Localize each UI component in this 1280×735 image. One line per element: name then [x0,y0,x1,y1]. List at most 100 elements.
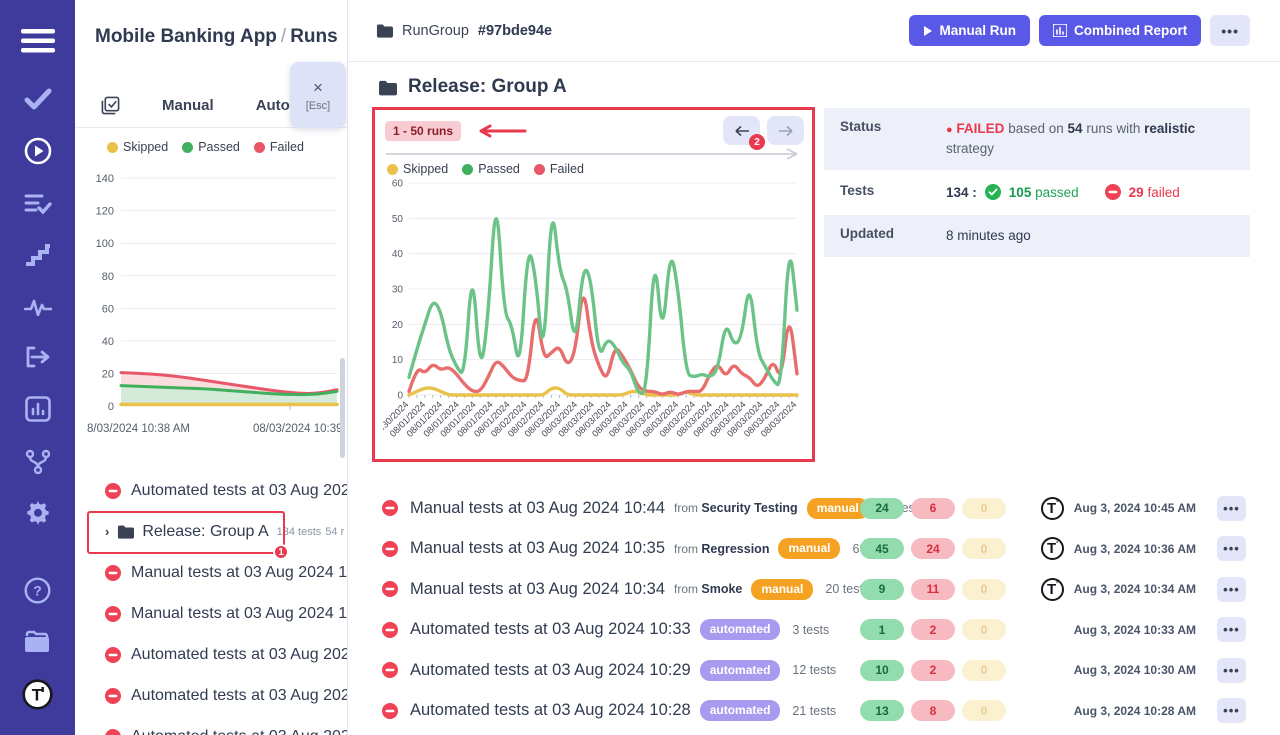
run-row[interactable]: Manual tests at 03 Aug 2024 10:44from Se… [348,488,1280,529]
analytics-icon[interactable] [0,396,75,422]
y-tick-label: 50 [392,214,404,225]
row-menu-button[interactable]: ••• [1217,577,1246,602]
help-icon[interactable]: ? [0,577,75,604]
run-tests-count: 3 tests [792,623,829,637]
legend-label: Passed [478,162,520,176]
run-date: Aug 3, 2024 10:33 AM [1074,623,1196,637]
esc-tooltip[interactable]: × [Esc] [290,62,346,128]
run-list-item[interactable]: Automated tests at 03 Aug 2024 10 [75,470,348,511]
status-value: ● FAILED based on 54 runs with realistic… [946,108,1250,170]
legend-item-passed: Passed [182,140,240,154]
breadcrumb-page: Runs [290,26,338,47]
row-menu-button[interactable]: ••• [1217,496,1246,521]
y-tick-label: 140 [96,173,114,185]
run-date: Aug 3, 2024 10:30 AM [1074,663,1196,677]
settings-icon[interactable] [0,500,75,528]
minus-circle-icon [105,565,121,581]
status-label: Status [824,108,946,170]
run-type-badge: automated [700,660,781,681]
runs-history-chart-card: 1 - 50 runs 2 SkippedPassedFailed 010203… [372,107,815,462]
testomat-logo-icon[interactable]: T [0,679,75,710]
annotation-badge-1: 1 [273,544,289,560]
project-trend-chart: 0204060801001201408/03/2024 10:38 AM08/0… [85,154,341,454]
pulse-icon[interactable] [0,298,75,316]
chart-next-button[interactable] [767,116,804,145]
minus-circle-icon [1105,184,1121,200]
status-panel: Status ● FAILED based on 54 runs with re… [824,108,1250,259]
minus-circle-icon [382,581,398,597]
skipped-pill: 0 [962,700,1006,721]
run-source: from Regression [674,542,769,556]
run-title: Automated tests at 03 Aug 2024 10 [131,728,348,735]
arrow-left-icon [734,125,750,137]
svg-text:T: T [32,686,43,705]
series-passed [409,219,797,394]
failed-dot-icon: ● [946,124,953,136]
menu-icon[interactable] [0,28,75,54]
run-row[interactable]: Automated tests at 03 Aug 2024 10:29auto… [348,650,1280,691]
run-source-suite: Regression [701,542,769,556]
minus-circle-icon [382,662,398,678]
row-menu-button[interactable]: ••• [1217,698,1246,723]
sign-in-icon[interactable] [0,345,75,369]
run-date: Aug 3, 2024 10:28 AM [1074,704,1196,718]
passed-pill: 10 [860,660,904,681]
group-title: Release: Group A [408,76,567,98]
y-tick-label: 100 [96,238,114,250]
legend-label: Failed [550,162,584,176]
more-actions-button[interactable]: ••• [1210,15,1250,46]
tab-manual[interactable]: Manual [162,97,214,114]
combined-report-button[interactable]: Combined Report [1039,15,1201,46]
chart-prev-button[interactable]: 2 [723,116,760,145]
breadcrumb-separator: / [277,26,290,47]
runs-range-label: 1 - 50 runs [385,121,461,141]
failed-pill: 24 [911,538,955,559]
breadcrumb-project[interactable]: Mobile Banking App [95,26,277,47]
select-runs-icon[interactable] [101,96,120,115]
run-title: Automated tests at 03 Aug 2024 10:33 [410,620,691,639]
run-list-item[interactable]: Automated tests at 03 Aug 2024 10 [75,675,348,716]
legend-label: Failed [270,140,304,154]
failed-pill: 8 [911,700,955,721]
run-row[interactable]: Manual tests at 03 Aug 2024 10:35from Re… [348,529,1280,570]
run-title: Automated tests at 03 Aug 2024 10 [131,646,348,664]
run-row[interactable]: Automated tests at 03 Aug 2024 10:33auto… [348,610,1280,651]
run-list-item[interactable]: Manual tests at 03 Aug 2024 10:42 [75,593,348,634]
close-icon[interactable]: × [313,79,323,96]
projects-icon[interactable] [0,630,75,655]
run-row[interactable]: Manual tests at 03 Aug 2024 10:34from Sm… [348,569,1280,610]
run-tests-count: 21 tests [792,704,836,718]
passed-pill: 1 [860,619,904,640]
run-list: Automated tests at 03 Aug 2024 10›Releas… [75,470,348,735]
manual-run-button[interactable]: Manual Run [909,15,1031,46]
steps-icon[interactable] [0,244,75,266]
skipped-pill: 0 [962,538,1006,559]
panel-scrollbar[interactable] [340,358,345,458]
runs-history-chart: 010203040506007/30/202408/01/202408/01/2… [383,177,807,463]
run-list-item[interactable]: Automated tests at 03 Aug 2024 10 [75,716,348,735]
run-list-item[interactable]: Automated tests at 03 Aug 2024 10 [75,634,348,675]
chevron-right-icon[interactable]: › [105,524,109,539]
check-icon[interactable] [0,88,75,110]
row-menu-button[interactable]: ••• [1217,536,1246,561]
y-tick-label: 120 [96,206,114,218]
testomat-logo-icon: T' [1041,537,1064,560]
run-row[interactable]: Automated tests at 03 Aug 2024 10:28auto… [348,691,1280,732]
run-date: Aug 3, 2024 10:45 AM [1074,501,1196,515]
status-state: FAILED [956,121,1004,136]
run-list-item[interactable]: Manual tests at 03 Aug 2024 10:43 [75,552,348,593]
run-title: Manual tests at 03 Aug 2024 10:43 [131,564,348,582]
row-menu-button[interactable]: ••• [1217,658,1246,683]
passed-pill: 9 [860,579,904,600]
folder-icon [378,79,397,96]
run-group-tests-count: 134 tests [277,526,322,538]
row-menu-button[interactable]: ••• [1217,617,1246,642]
legend-label: Passed [198,140,240,154]
testomat-logo-icon: T' [1041,578,1064,601]
run-group-item[interactable]: ›Release: Group A134 tests54 r [75,511,348,552]
tasks-icon[interactable] [0,192,75,216]
branch-icon[interactable] [0,449,75,475]
runs-panel: Mobile Banking App/Runs Manual Automated… [75,0,348,735]
runs-slider-track[interactable] [385,148,803,160]
play-circle-icon[interactable] [0,137,75,165]
